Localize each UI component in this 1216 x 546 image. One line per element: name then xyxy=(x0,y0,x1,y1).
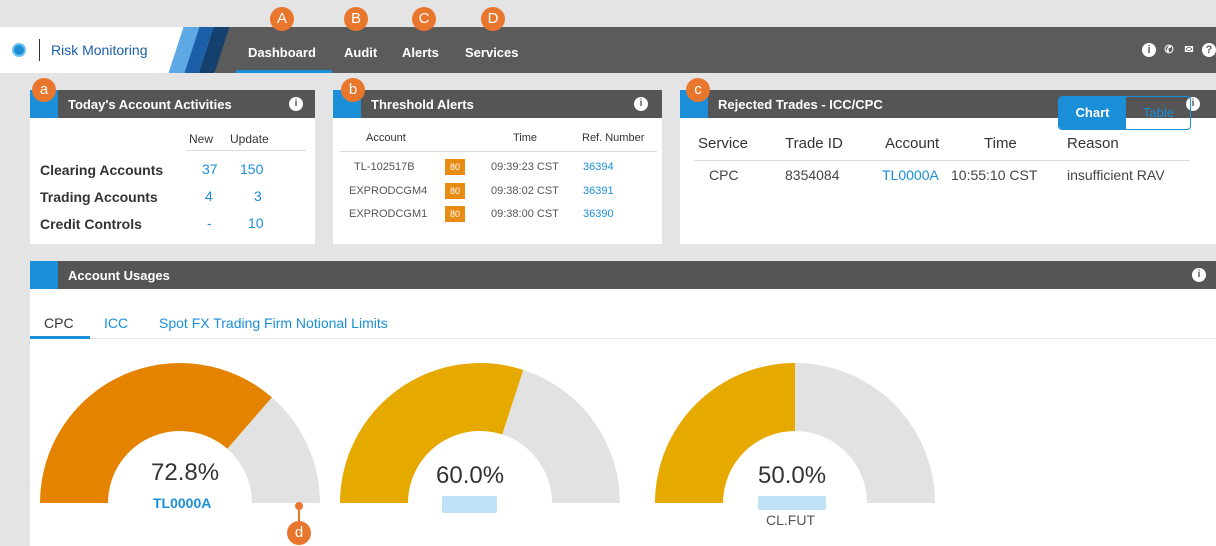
info-icon[interactable]: i xyxy=(1142,43,1156,57)
nav-audit[interactable]: Audit xyxy=(344,45,377,60)
tab-icc[interactable]: ICC xyxy=(104,315,128,331)
trade-service: CPC xyxy=(709,167,739,183)
count-link[interactable]: 150 xyxy=(240,161,263,177)
nav-services[interactable]: Services xyxy=(465,45,519,60)
app-name: Risk Monitoring xyxy=(51,42,148,58)
column-header-new: New xyxy=(189,132,214,146)
active-nav-indicator xyxy=(236,70,332,73)
gauge-account-link[interactable]: TL0000A xyxy=(153,495,211,511)
column-header-account: Account xyxy=(885,135,940,152)
panel-title: Threshold Alerts xyxy=(371,97,474,112)
table-view-button[interactable]: Table xyxy=(1126,97,1190,129)
globe-icon xyxy=(12,43,26,57)
callout-marker-c-upper: C xyxy=(412,7,436,31)
column-header-ref: Ref. Number xyxy=(582,132,645,144)
help-icon[interactable]: ? xyxy=(1202,43,1216,57)
column-header-reason: Reason xyxy=(1067,135,1119,152)
tab-cpc[interactable]: CPC xyxy=(44,315,74,331)
column-header-service: Service xyxy=(698,135,749,152)
alert-ref-link[interactable]: 36390 xyxy=(583,208,614,220)
gauge-percent: 60.0% xyxy=(436,462,505,489)
info-icon[interactable]: i xyxy=(634,97,648,111)
phone-icon[interactable]: ✆ xyxy=(1162,43,1176,57)
column-header-update: Update xyxy=(230,132,269,146)
info-icon[interactable]: i xyxy=(289,97,303,111)
count-link[interactable]: 37 xyxy=(202,161,218,177)
count-link[interactable]: 10 xyxy=(248,215,264,231)
panel-header: Account Usages i xyxy=(30,261,1216,289)
column-header-time: Time xyxy=(513,132,538,144)
alert-account: TL-102517B xyxy=(354,161,415,173)
header-divider xyxy=(186,150,306,151)
threshold-level-badge: 80 xyxy=(445,206,465,222)
header-divider xyxy=(694,160,1190,161)
header-divider xyxy=(339,151,657,152)
redacted-account-label xyxy=(758,496,826,510)
callout-marker-a-upper: A xyxy=(270,7,294,31)
threshold-level-badge: 80 xyxy=(445,159,465,175)
trade-reason: insufficient RAV xyxy=(1067,167,1165,183)
threshold-alerts-panel: Threshold Alerts i Account Time Ref. Num… xyxy=(333,90,662,244)
usage-gauge-1[interactable] xyxy=(40,353,330,513)
alert-account: EXPRODCGM1 xyxy=(349,208,428,220)
chart-view-button[interactable]: Chart xyxy=(1059,97,1126,129)
panel-header: Today's Account Activities i xyxy=(30,90,315,118)
panel-title: Rejected Trades - ICC/CPC xyxy=(718,97,883,112)
callout-marker-a: a xyxy=(32,78,56,102)
trade-time: 10:55:10 CST xyxy=(951,167,1038,183)
alert-ref-link[interactable]: 36391 xyxy=(583,185,614,197)
top-icon-group: i ✆ ✉ ? xyxy=(1142,43,1216,57)
row-label: Clearing Accounts xyxy=(40,162,164,178)
callout-marker-c: c xyxy=(686,78,710,102)
count-link[interactable]: 3 xyxy=(254,188,262,204)
count-link[interactable]: - xyxy=(207,215,212,231)
column-header-time: Time xyxy=(984,135,1017,152)
alert-time: 09:38:02 CST xyxy=(491,185,559,197)
row-label: Trading Accounts xyxy=(40,189,158,205)
gauge-track xyxy=(502,369,620,503)
alert-account: EXPRODCGM4 xyxy=(349,185,428,197)
brand-divider xyxy=(39,39,40,61)
panel-header: Threshold Alerts i xyxy=(333,90,662,118)
usage-tabs: CPC ICC Spot FX Trading Firm Notional Li… xyxy=(30,305,1216,339)
trade-id: 8354084 xyxy=(785,167,840,183)
account-activities-panel: Today's Account Activities i New Update … xyxy=(30,90,315,244)
trade-account-link[interactable]: TL0000A xyxy=(882,167,939,183)
active-tab-indicator xyxy=(30,336,90,339)
alert-time: 09:39:23 CST xyxy=(491,161,559,173)
alert-time: 09:38:00 CST xyxy=(491,208,559,220)
callout-marker-b-upper: B xyxy=(344,7,368,31)
alert-ref-link[interactable]: 36394 xyxy=(583,161,614,173)
row-label: Credit Controls xyxy=(40,216,142,232)
panel-title: Today's Account Activities xyxy=(68,97,232,112)
nav-dashboard[interactable]: Dashboard xyxy=(248,45,316,60)
gauge-percent: 72.8% xyxy=(151,459,220,486)
panel-header-accent xyxy=(30,261,58,289)
column-header-account: Account xyxy=(366,132,406,144)
column-header-trade-id: Trade ID xyxy=(785,135,843,152)
callout-pointer-dot xyxy=(295,502,303,510)
redacted-account-label xyxy=(442,496,497,513)
panel-title: Account Usages xyxy=(68,268,170,283)
callout-marker-d-upper: D xyxy=(481,7,505,31)
mail-icon[interactable]: ✉ xyxy=(1182,43,1196,57)
gauge-percent: 50.0% xyxy=(758,462,827,489)
info-icon[interactable]: i xyxy=(1192,268,1206,282)
count-link[interactable]: 4 xyxy=(205,188,213,204)
threshold-level-badge: 80 xyxy=(445,183,465,199)
callout-marker-b: b xyxy=(341,78,365,102)
nav-alerts[interactable]: Alerts xyxy=(402,45,439,60)
tab-spot-fx[interactable]: Spot FX Trading Firm Notional Limits xyxy=(159,315,388,331)
callout-marker-d: d xyxy=(287,521,311,545)
gauge-account-label: CL.FUT xyxy=(766,512,815,528)
view-toggle: Chart Table xyxy=(1058,96,1191,130)
